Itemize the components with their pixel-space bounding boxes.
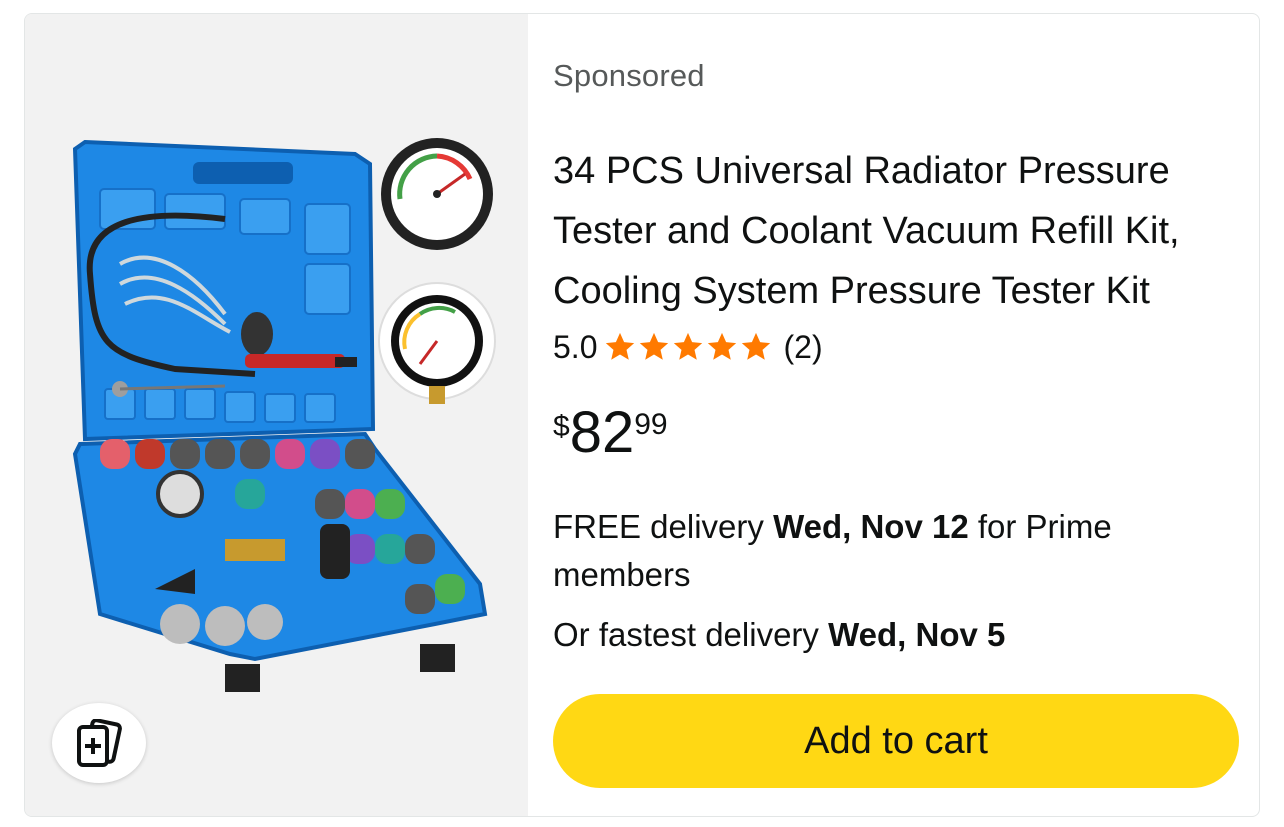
free-delivery-date: Wed, Nov 12: [773, 508, 969, 545]
star-icon: [640, 332, 669, 360]
add-to-cart-button[interactable]: Add to cart: [553, 694, 1239, 788]
fastest-delivery-date: Wed, Nov 5: [828, 616, 1006, 653]
free-delivery-info: FREE delivery Wed, Nov 12 for Prime memb…: [553, 503, 1239, 599]
compare-button[interactable]: [52, 703, 146, 783]
fastest-delivery-prefix: Or fastest delivery: [553, 616, 819, 653]
product-image[interactable]: [25, 14, 528, 816]
price-fraction: 99: [634, 408, 668, 441]
price-whole: 82: [569, 400, 635, 465]
price-symbol: $: [553, 410, 570, 443]
star-icon: [708, 332, 737, 360]
sponsored-label: Sponsored: [553, 58, 705, 93]
star-rating[interactable]: [603, 330, 773, 364]
product-title[interactable]: 34 PCS Universal Radiator Pressure Teste…: [553, 141, 1239, 321]
compare-cards-icon: [77, 719, 122, 767]
star-icon: [606, 332, 635, 360]
product-image-pane[interactable]: [25, 14, 528, 816]
price: $ 82 99: [553, 398, 668, 478]
product-card[interactable]: Sponsored 34 PCS Universal Radiator Pres…: [24, 13, 1260, 817]
fastest-delivery-info: Or fastest delivery Wed, Nov 5: [553, 611, 1005, 659]
free-delivery-prefix: FREE delivery: [553, 508, 764, 545]
review-count[interactable]: (2): [783, 329, 822, 366]
star-icon: [742, 332, 771, 360]
star-icon: [674, 332, 703, 360]
rating-value: 5.0: [553, 328, 598, 365]
rating-row: 5.0 (2): [553, 327, 823, 367]
